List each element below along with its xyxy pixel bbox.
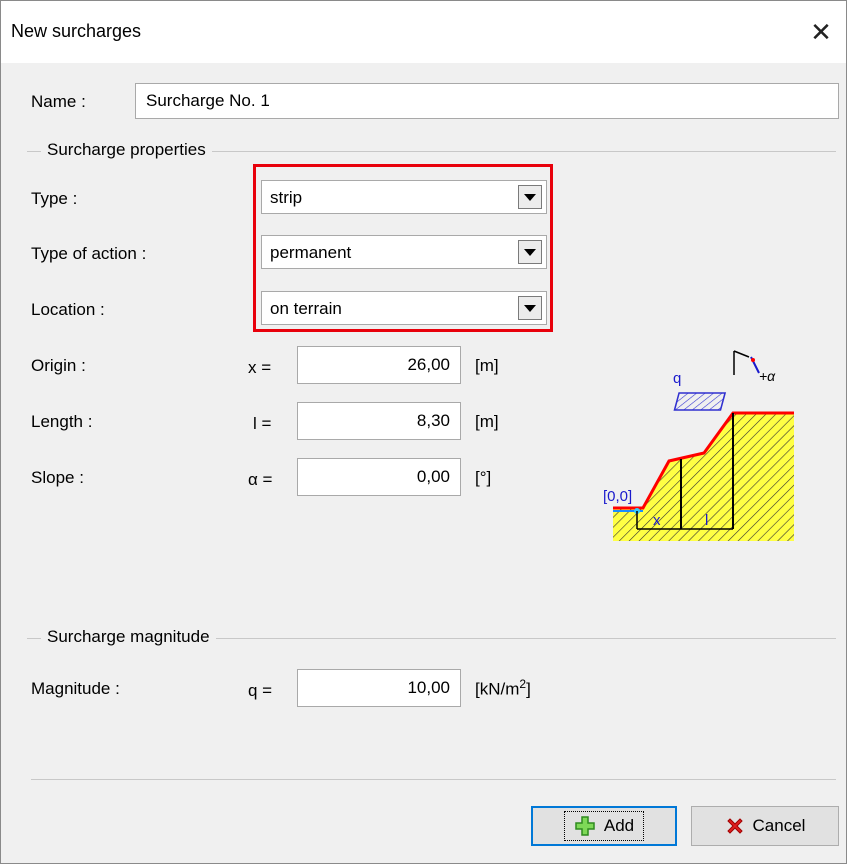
diagram-l-label: l — [705, 512, 708, 529]
dialog-title: New surcharges — [11, 21, 142, 41]
add-button[interactable]: Add — [531, 806, 677, 846]
length-input[interactable] — [297, 402, 461, 440]
magnitude-group-title: Surcharge magnitude — [41, 627, 216, 647]
close-icon: ✕ — [810, 16, 832, 47]
properties-group-title: Surcharge properties — [41, 140, 212, 160]
cancel-x-icon — [726, 818, 743, 834]
length-symbol: l = — [253, 414, 272, 433]
location-label: Location : — [31, 300, 105, 319]
slope-symbol: α = — [248, 470, 273, 489]
magnitude-label: Magnitude : — [31, 679, 120, 698]
highlight-frame — [253, 164, 553, 332]
origin-unit: [m] — [475, 356, 499, 375]
slope-label: Slope : — [31, 468, 84, 487]
action-label: Type of action : — [31, 244, 147, 263]
name-label: Name : — [31, 92, 86, 111]
name-input[interactable] — [135, 83, 839, 119]
cancel-button-label: Cancel — [752, 816, 806, 835]
title-bar: New surcharges ✕ — [1, 1, 846, 63]
type-label: Type : — [31, 189, 78, 208]
origin-input[interactable] — [297, 346, 461, 384]
slope-input[interactable] — [297, 458, 461, 496]
close-button[interactable]: ✕ — [796, 1, 846, 63]
diagram-x-label: x — [653, 512, 661, 529]
magnitude-unit: [kN/m2] — [475, 677, 531, 699]
magnitude-input[interactable] — [297, 669, 461, 707]
cancel-button[interactable]: Cancel — [691, 806, 839, 846]
surcharge-dialog: New surcharges ✕ Name : Surcharge proper… — [0, 0, 847, 864]
diagram-alpha-label: +α — [759, 368, 776, 384]
footer-separator — [31, 779, 836, 780]
magnitude-symbol: q = — [248, 681, 273, 700]
surcharge-strip — [673, 392, 727, 411]
slope-unit: [°] — [475, 468, 492, 487]
length-label: Length : — [31, 412, 93, 431]
diagram-q-label: q — [673, 370, 681, 387]
diagram-origin-label: [0,0] — [603, 488, 632, 505]
origin-label: Origin : — [31, 356, 86, 375]
strip-surcharge-diagram: q +α [0,0] x l — [603, 350, 794, 541]
length-unit: [m] — [475, 412, 499, 431]
origin-symbol: x = — [248, 358, 272, 377]
soil-body — [613, 413, 794, 541]
add-button-label: Add — [603, 816, 635, 835]
plus-icon — [575, 816, 595, 836]
